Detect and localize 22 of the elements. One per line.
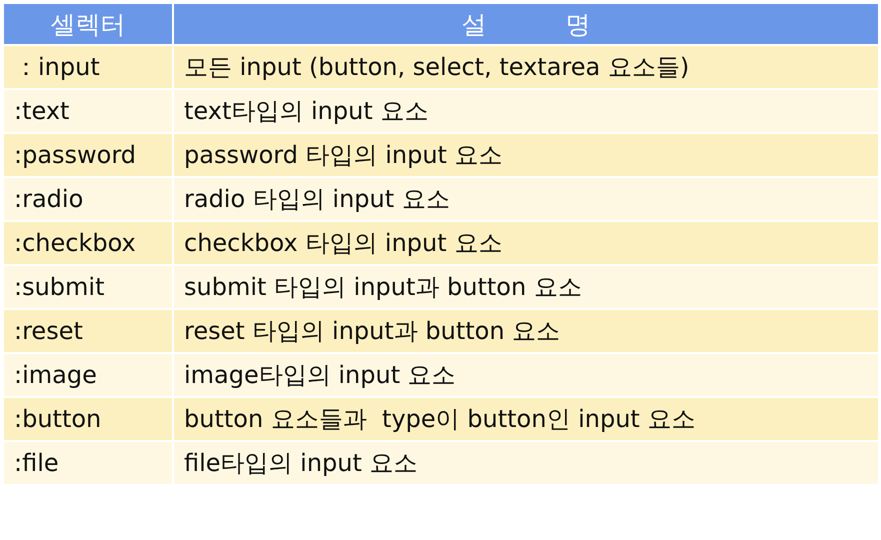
table-cell: :button — [3, 397, 173, 441]
table-cell: image타입의 input 요소 — [173, 353, 879, 397]
table-cell: :submit — [3, 265, 173, 309]
table-cell: reset 타입의 input과 button 요소 — [173, 309, 879, 353]
table-cell: button 요소들과 type이 button인 input 요소 — [173, 397, 879, 441]
table-cell: :radio — [3, 177, 173, 221]
table-cell: file타입의 input 요소 — [173, 441, 879, 485]
table-cell: checkbox 타입의 input 요소 — [173, 221, 879, 265]
table-cell: ：input — [3, 45, 173, 89]
column-header: 설 명 — [173, 3, 879, 45]
table-cell: :text — [3, 89, 173, 133]
table-cell: :checkbox — [3, 221, 173, 265]
table-cell: :password — [3, 133, 173, 177]
table-cell: text타입의 input 요소 — [173, 89, 879, 133]
table-cell: submit 타입의 input과 button 요소 — [173, 265, 879, 309]
table-cell: radio 타입의 input 요소 — [173, 177, 879, 221]
table-cell: :image — [3, 353, 173, 397]
column-header: 셀렉터 — [3, 3, 173, 45]
table-cell: 모든 input (button, select, textarea 요소들) — [173, 45, 879, 89]
table-cell: :reset — [3, 309, 173, 353]
table-cell: :file — [3, 441, 173, 485]
table-cell: password 타입의 input 요소 — [173, 133, 879, 177]
